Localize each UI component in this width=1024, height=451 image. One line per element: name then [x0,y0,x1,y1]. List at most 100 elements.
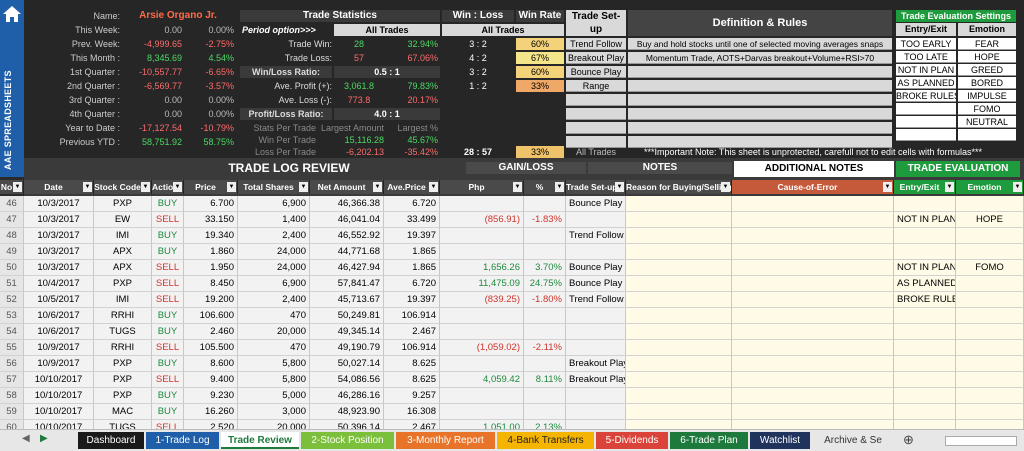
cell-setup[interactable]: Bounce Play [566,196,626,212]
cell-emotion[interactable] [956,196,1024,212]
cell-net[interactable]: 50,027.14 [310,356,384,372]
cell-date[interactable]: 10/3/2017 [24,196,94,212]
column-header-cause[interactable]: Cause-of-Error ▼ [732,180,894,194]
eval-emotion-option[interactable] [958,129,1016,141]
eval-emotion-option[interactable]: FEAR [958,38,1016,50]
cell-php[interactable] [440,388,524,404]
cell-cause[interactable] [732,404,894,420]
cell-ave[interactable]: 6.720 [384,196,440,212]
column-header-net[interactable]: Net Amount ▼ [310,180,384,194]
cell-shares[interactable]: 2,400 [238,228,310,244]
cell-pct[interactable]: 24.75% [524,276,566,292]
cell-price[interactable]: 19.200 [184,292,238,308]
rule-item[interactable]: Momentum Trade, AOTS+Darvas breakout+Vol… [628,52,892,64]
filter-dropdown-icon[interactable]: ▼ [883,182,892,192]
eval-emotion-option[interactable]: BORED [958,77,1016,89]
cell-php[interactable]: 1,051.00 [440,420,524,429]
cell-action[interactable]: BUY [152,196,184,212]
cell-php[interactable] [440,228,524,244]
cell-entry[interactable] [894,244,956,260]
cell-price[interactable]: 106.600 [184,308,238,324]
cell-pct[interactable] [524,228,566,244]
cell-date[interactable]: 10/10/2017 [24,404,94,420]
cell-emotion[interactable] [956,308,1024,324]
cell-code[interactable]: IMI [94,292,152,308]
eval-entry-option[interactable]: BROKE RULES [896,90,956,102]
cell-ave[interactable]: 19.397 [384,228,440,244]
cell-action[interactable]: SELL [152,292,184,308]
cell-action[interactable]: BUY [152,324,184,340]
cell-entry[interactable] [894,388,956,404]
eval-emotion-option[interactable]: IMPULSE [958,90,1016,102]
cell-net[interactable]: 49,345.14 [310,324,384,340]
cell-price[interactable]: 8.600 [184,356,238,372]
cell-emotion[interactable] [956,356,1024,372]
cell-no[interactable]: 53 [0,308,24,324]
period-select[interactable]: All Trades [334,24,440,36]
cell-php[interactable] [440,308,524,324]
cell-ave[interactable]: 1.865 [384,244,440,260]
cell-cause[interactable] [732,260,894,276]
setup-item[interactable] [566,94,626,106]
cell-date[interactable]: 10/3/2017 [24,212,94,228]
filter-dropdown-icon[interactable]: ▼ [555,182,564,192]
table-row[interactable]: 46 10/3/2017 PXP BUY 6.700 6,900 46,366.38 6.72… [0,196,1024,212]
cell-no[interactable]: 59 [0,404,24,420]
filter-dropdown-icon[interactable]: ▼ [227,182,236,192]
cell-pct[interactable]: 3.70% [524,260,566,276]
tab-4-bank-transfers[interactable]: 4-Bank Transfers [497,432,594,449]
cell-php[interactable]: 1,656.26 [440,260,524,276]
tab-scroll-right-icon[interactable]: ▶ [40,433,48,444]
cell-code[interactable]: PXP [94,388,152,404]
cell-ave[interactable]: 6.720 [384,276,440,292]
cell-pct[interactable] [524,388,566,404]
eval-emotion-option[interactable]: NEUTRAL [958,116,1016,128]
cell-ave[interactable]: 8.625 [384,372,440,388]
cell-no[interactable]: 58 [0,388,24,404]
cell-action[interactable]: BUY [152,308,184,324]
cell-net[interactable]: 49,190.79 [310,340,384,356]
cell-shares[interactable]: 1,400 [238,212,310,228]
add-sheet-icon[interactable]: ⊕ [903,432,914,448]
cell-cause[interactable] [732,292,894,308]
cell-date[interactable]: 10/5/2017 [24,292,94,308]
cell-pct[interactable]: 2.13% [524,420,566,429]
cell-action[interactable]: BUY [152,244,184,260]
cell-cause[interactable] [732,308,894,324]
cell-action[interactable]: BUY [152,356,184,372]
cell-net[interactable]: 46,427.94 [310,260,384,276]
cell-code[interactable]: APX [94,260,152,276]
filter-dropdown-icon[interactable]: ▼ [373,182,382,192]
cell-reason[interactable] [626,404,732,420]
cell-shares[interactable]: 470 [238,340,310,356]
cell-price[interactable]: 8.450 [184,276,238,292]
cell-reason[interactable] [626,196,732,212]
cell-code[interactable]: IMI [94,228,152,244]
cell-no[interactable]: 57 [0,372,24,388]
cell-price[interactable]: 16.260 [184,404,238,420]
horizontal-scrollbar[interactable] [945,436,1017,446]
home-icon[interactable] [2,4,22,24]
cell-setup[interactable] [566,420,626,429]
cell-action[interactable]: SELL [152,276,184,292]
cell-action[interactable]: SELL [152,372,184,388]
cell-no[interactable]: 49 [0,244,24,260]
cell-date[interactable]: 10/3/2017 [24,228,94,244]
cell-date[interactable]: 10/3/2017 [24,244,94,260]
eval-entry-option[interactable]: TOO LATE [896,51,956,63]
cell-code[interactable]: APX [94,244,152,260]
cell-code[interactable]: RRHI [94,308,152,324]
cell-code[interactable]: EW [94,212,152,228]
cell-entry[interactable] [894,372,956,388]
cell-php[interactable] [440,196,524,212]
cell-net[interactable]: 54,086.56 [310,372,384,388]
cell-reason[interactable] [626,420,732,429]
cell-setup[interactable] [566,404,626,420]
tab-2-stock-position[interactable]: 2-Stock Position [301,432,394,449]
cell-pct[interactable]: -2.11% [524,340,566,356]
cell-entry[interactable]: AS PLANNED [894,276,956,292]
cell-date[interactable]: 10/10/2017 [24,372,94,388]
table-row[interactable]: 55 10/9/2017 RRHI SELL 105.500 470 49,190.79 10… [0,340,1024,356]
cell-date[interactable]: 10/3/2017 [24,260,94,276]
tab-scroll-left-icon[interactable]: ◀ [22,433,30,444]
